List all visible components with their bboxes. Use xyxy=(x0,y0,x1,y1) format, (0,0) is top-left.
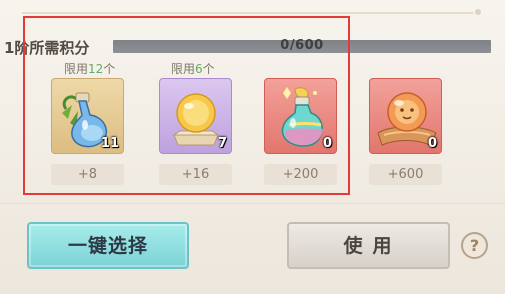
progress-bar: 0/600 xyxy=(113,38,491,53)
item-points: +600 xyxy=(369,164,442,185)
use-button[interactable]: 使用 xyxy=(287,222,450,269)
item-points: +8 xyxy=(51,164,124,185)
item-points: +200 xyxy=(264,164,337,185)
item-limit-2: 限用6个 xyxy=(171,62,215,76)
divider-ornament xyxy=(473,7,483,17)
section-divider xyxy=(0,203,505,204)
top-divider xyxy=(22,12,480,14)
item-count: 0 xyxy=(322,136,332,151)
item-card-rainbow-potion[interactable]: 0 xyxy=(264,78,337,154)
item-points: +16 xyxy=(159,164,232,185)
item-count: 0 xyxy=(427,136,437,151)
help-icon[interactable]: ? xyxy=(461,232,488,259)
progress-text: 0/600 xyxy=(280,38,324,53)
item-count: 11 xyxy=(100,136,119,151)
quick-select-button[interactable]: 一键选择 xyxy=(27,222,189,269)
item-card-blue-potion[interactable]: 11 xyxy=(51,78,124,154)
item-count: 7 xyxy=(217,136,227,151)
progress-label: 1阶所需积分 xyxy=(4,39,90,57)
item-card-golden-orb[interactable]: 7 xyxy=(159,78,232,154)
item-card-fire-orb[interactable]: 0 xyxy=(369,78,442,154)
item-limit-1: 限用12个 xyxy=(64,62,116,76)
